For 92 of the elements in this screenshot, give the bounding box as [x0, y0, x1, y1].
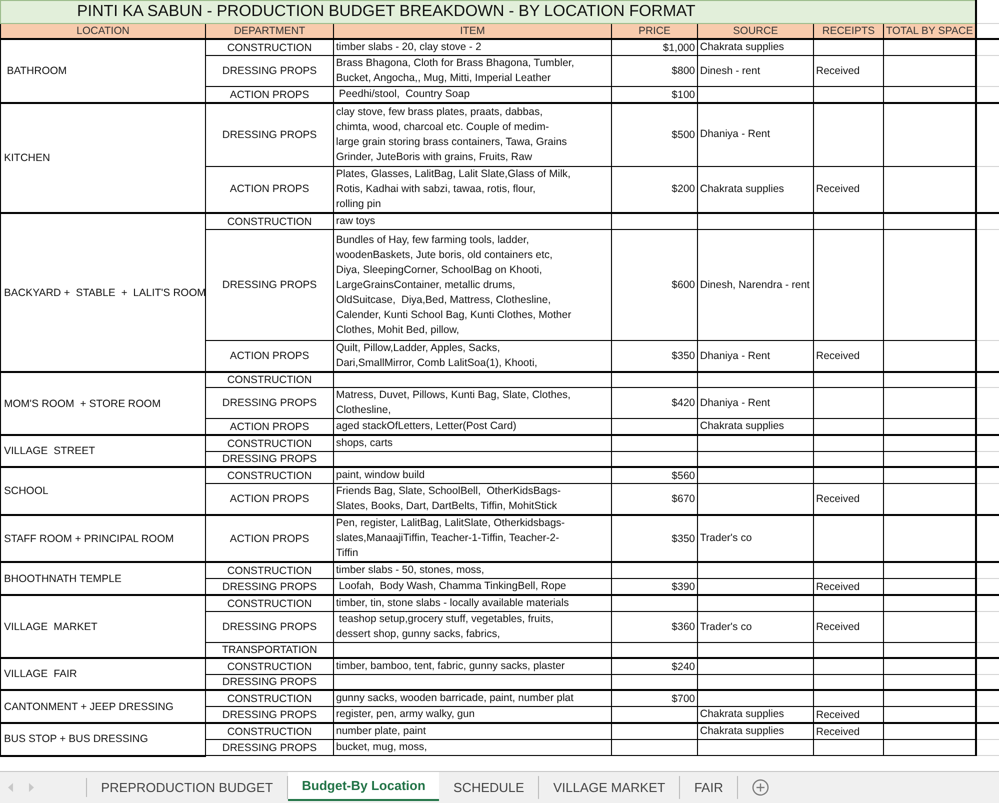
- item-cell: teashop setup,grocery stuff, vegetables, fruits, dessert shop, gunny sacks, fabrics,: [334, 612, 612, 642]
- department-cell: CONSTRUCTION: [206, 658, 334, 674]
- receipts-cell: Received: [814, 723, 884, 740]
- item-cell: bucket, mug, moss,: [334, 740, 612, 756]
- department-cell: DRESSING PROPS: [206, 388, 334, 418]
- source-cell: Dhaniya - Rent: [698, 340, 814, 372]
- location-cell: BATHROOM: [0, 39, 206, 103]
- price-cell: $350: [612, 515, 698, 562]
- location-cell: CANTONMENT + JEEP DRESSING: [0, 690, 206, 723]
- price-cell: $240: [612, 658, 698, 674]
- receipts-cell: Received: [814, 612, 884, 642]
- location-cell: BACKYARD + STABLE + LALIT'S ROOM: [0, 213, 206, 372]
- price-cell: $600: [612, 230, 698, 340]
- department-cell: DRESSING PROPS: [206, 56, 334, 86]
- department-cell: ACTION PROPS: [206, 515, 334, 562]
- item-cell: gunny sacks, wooden barricade, paint, number plat: [334, 690, 612, 706]
- department-cell: DRESSING PROPS: [206, 740, 334, 756]
- item-cell: timber, bamboo, tent, fabric, gunny sacks, plaster: [334, 658, 612, 674]
- department-cell: CONSTRUCTION: [206, 690, 334, 706]
- receipts-cell: Received: [814, 484, 884, 515]
- source-cell: Trader's co: [698, 612, 814, 642]
- receipts-cell: Received: [814, 56, 884, 86]
- price-cell: $420: [612, 388, 698, 418]
- receipts-cell: Received: [814, 578, 884, 595]
- department-cell: CONSTRUCTION: [206, 435, 334, 452]
- location-cell: VILLAGE FAIR: [0, 658, 206, 690]
- sheet-tab[interactable]: VILLAGE MARKET: [539, 776, 680, 799]
- scroll-left-icon[interactable]: [8, 783, 14, 792]
- item-cell: raw toys: [334, 213, 612, 230]
- location-cell: VILLAGE STREET: [0, 435, 206, 467]
- department-cell: CONSTRUCTION: [206, 39, 334, 56]
- item-cell: timber, tin, stone slabs - locally available materials: [334, 595, 612, 612]
- department-cell: CONSTRUCTION: [206, 372, 334, 388]
- price-cell: $360: [612, 612, 698, 642]
- item-cell: clay stove, few brass plates, praats, dabbas, chimta, wood, charcoal etc. Couple of medim- large grain storing brass containers, Tawa, Grains Grinder, JuteBoris with grains, Fruits, Raw: [334, 103, 612, 166]
- source-cell: Dinesh - rent: [698, 56, 814, 86]
- department-cell: CONSTRUCTION: [206, 595, 334, 612]
- column-header: LOCATION: [0, 24, 206, 39]
- item-cell: timber slabs - 20, clay stove - 2: [334, 39, 612, 56]
- source-cell: Dhaniya - Rent: [698, 388, 814, 418]
- item-cell: register, pen, army walky, gun: [334, 706, 612, 723]
- receipts-cell: Received: [814, 340, 884, 372]
- department-cell: CONSTRUCTION: [206, 467, 334, 484]
- department-cell: DRESSING PROPS: [206, 103, 334, 166]
- location-cell: KITCHEN: [0, 103, 206, 213]
- column-header: RECEIPTS: [814, 24, 884, 39]
- source-cell: Chakrata supplies: [698, 723, 814, 740]
- column-header: SOURCE: [698, 24, 814, 39]
- item-cell: paint, window build: [334, 467, 612, 484]
- item-cell: Bundles of Hay, few farming tools, ladder, woodenBaskets, Jute boris, old containers etc, Diya, SleepingCorner, SchoolBag on Khooti, LargeGrainsContainer, metallic drums, OldSuitcase, Diya,Bed, Mattress, Clothesline, Calender, Kunti School Bag, Kunti Clothes, Mother Clothes, Mohit Bed, pillow,: [334, 230, 612, 340]
- source-cell: Chakrata supplies: [698, 418, 814, 435]
- price-cell: $700: [612, 690, 698, 706]
- sheet-title: PINTI KA SABUN - PRODUCTION BUDGET BREAKDOWN - BY LOCATION FORMAT: [0, 0, 976, 24]
- sheet-tab[interactable]: Budget-By Location: [288, 772, 440, 801]
- source-cell: Dhaniya - Rent: [698, 103, 814, 166]
- item-cell: number plate, paint: [334, 723, 612, 740]
- price-cell: $800: [612, 56, 698, 86]
- source-cell: Chakrata supplies: [698, 706, 814, 723]
- scroll-right-icon[interactable]: [28, 783, 34, 792]
- department-cell: CONSTRUCTION: [206, 562, 334, 578]
- item-cell: Brass Bhagona, Cloth for Brass Bhagona, Tumbler, Bucket, Angocha,, Mug, Mitti, Imperial Leather: [334, 56, 612, 86]
- column-header: TOTAL BY SPACE: [884, 24, 976, 39]
- column-header: PRICE: [612, 24, 698, 39]
- price-cell: $1,000: [612, 39, 698, 56]
- department-cell: CONSTRUCTION: [206, 723, 334, 740]
- item-cell: shops, carts: [334, 435, 612, 452]
- source-cell: Dinesh, Narendra - rent: [698, 230, 814, 340]
- item-cell: Friends Bag, Slate, SchoolBell, OtherKidsBags- Slates, Books, Dart, DartBelts, Tiffin, MohitStick: [334, 484, 612, 515]
- sheet-tab[interactable]: FAIR: [680, 776, 738, 799]
- location-cell: VILLAGE MARKET: [0, 595, 206, 658]
- department-cell: DRESSING PROPS: [206, 230, 334, 340]
- source-cell: Trader's co: [698, 515, 814, 562]
- receipts-cell: Received: [814, 706, 884, 723]
- add-sheet-icon[interactable]: [752, 779, 770, 796]
- price-cell: $500: [612, 103, 698, 166]
- column-header: ITEM: [334, 24, 612, 39]
- location-cell: MOM'S ROOM + STORE ROOM: [0, 372, 206, 435]
- source-cell: Chakrata supplies: [698, 166, 814, 213]
- department-cell: DRESSING PROPS: [206, 612, 334, 642]
- price-cell: $560: [612, 467, 698, 484]
- item-cell: Quilt, Pillow,Ladder, Apples, Sacks, Dari,SmallMirror, Comb LalitSoa(1), Khooti,: [334, 340, 612, 372]
- location-cell: SCHOOL: [0, 467, 206, 515]
- sheet-tab[interactable]: SCHEDULE: [439, 776, 540, 799]
- source-cell: Chakrata supplies: [698, 39, 814, 56]
- location-cell: BUS STOP + BUS DRESSING: [0, 723, 206, 756]
- location-cell: STAFF ROOM + PRINCIPAL ROOM: [0, 515, 206, 562]
- department-cell: CONSTRUCTION: [206, 213, 334, 230]
- location-cell: BHOOTHNATH TEMPLE: [0, 562, 206, 595]
- column-header: DEPARTMENT: [206, 24, 334, 39]
- receipts-cell: Received: [814, 166, 884, 213]
- item-cell: timber slabs - 50, stones, moss,: [334, 562, 612, 578]
- item-cell: aged stackOfLetters, Letter(Post Card): [334, 418, 612, 435]
